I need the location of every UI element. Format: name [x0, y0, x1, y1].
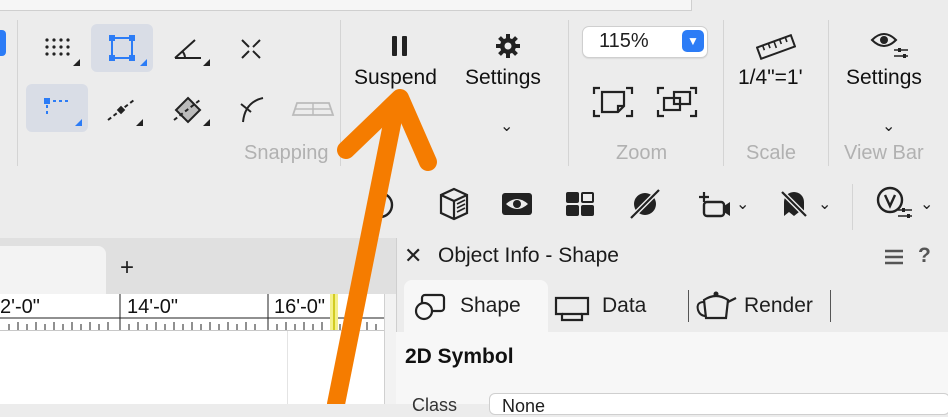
snap-to-surface-icon[interactable]	[160, 86, 216, 132]
fit-to-objects-icon[interactable]	[654, 84, 700, 125]
window-top-edge	[0, 0, 683, 11]
teapot-render-icon[interactable]	[694, 288, 738, 329]
tab-shape-label: Shape	[460, 294, 521, 317]
snap-to-angle-icon[interactable]	[160, 26, 216, 72]
shape-icon	[414, 292, 448, 327]
zoom-group-label: Zoom	[616, 142, 668, 164]
divider	[830, 290, 831, 322]
scale-value[interactable]: 1/4"=1'	[738, 66, 803, 90]
fit-to-page-icon[interactable]	[590, 84, 636, 125]
chevron-down-icon[interactable]: ⌄	[882, 116, 895, 136]
new-tab-button[interactable]: +	[120, 254, 134, 282]
hide-object-icon[interactable]	[628, 188, 662, 225]
snapping-group-label: Snapping	[244, 142, 329, 164]
chevron-down-icon[interactable]: ⌄	[500, 116, 513, 136]
snap-to-intersection-icon[interactable]	[225, 26, 277, 72]
snap-to-object-icon[interactable]	[91, 24, 153, 72]
ruler-label: 16'-0"	[274, 296, 325, 318]
chevron-down-icon[interactable]: ⌄	[920, 194, 933, 214]
horizontal-ruler: 2'-0" 14'-0" 16'-0"	[0, 294, 384, 331]
gear-icon[interactable]	[494, 32, 522, 65]
camera-add-icon[interactable]	[696, 188, 732, 225]
section-title: 2D Symbol	[405, 345, 514, 368]
chevron-down-icon[interactable]: ⌄	[818, 194, 831, 214]
data-record-icon[interactable]	[552, 294, 592, 327]
divider	[340, 20, 341, 166]
render-mode-icon[interactable]	[376, 190, 402, 225]
snap-to-grid-icon[interactable]	[32, 26, 86, 72]
close-icon[interactable]: ✕	[404, 243, 422, 269]
chevron-down-icon: ▼	[682, 30, 704, 52]
snap-to-distance-icon[interactable]	[26, 84, 88, 132]
tab-render-label[interactable]: Render	[744, 294, 813, 318]
zoom-select[interactable]: 115% ▼	[582, 26, 708, 58]
ruler-scale-icon[interactable]	[755, 33, 797, 65]
selected-control-edge[interactable]	[0, 30, 6, 56]
zoom-value: 115%	[599, 30, 649, 52]
eye-settings-icon[interactable]	[868, 28, 914, 67]
projection-cube-icon[interactable]	[438, 186, 470, 227]
class-label: Class	[412, 395, 458, 415]
ruler-label: 14'-0"	[127, 296, 178, 318]
chevron-down-icon[interactable]: ⌄	[736, 194, 749, 214]
viewbar-settings-button[interactable]: Settings	[846, 66, 922, 90]
window-top-right	[683, 0, 948, 16]
layout-panes-icon[interactable]	[564, 190, 596, 223]
class-value: None	[502, 396, 546, 416]
snap-to-tangent-icon[interactable]	[95, 86, 149, 132]
divider	[852, 184, 853, 230]
divider	[723, 20, 724, 166]
visibility-settings-icon[interactable]	[876, 186, 916, 227]
working-plane-icon	[286, 86, 340, 132]
document-tab[interactable]	[0, 246, 106, 294]
drawing-canvas[interactable]	[0, 331, 384, 404]
scale-group-label: Scale	[746, 142, 797, 164]
divider	[568, 20, 569, 166]
snap-settings-button[interactable]: Settings	[465, 66, 541, 90]
ruler-label: 2'-0"	[0, 296, 40, 318]
pause-icon[interactable]	[389, 34, 411, 58]
viewbar-group-label: View Bar	[844, 142, 924, 164]
smart-edge-icon[interactable]	[225, 86, 277, 132]
palette-title: Object Info - Shape	[438, 244, 619, 267]
hamburger-menu-icon[interactable]	[884, 248, 904, 271]
divider	[17, 20, 18, 166]
divider	[688, 290, 689, 322]
eye-visibility-icon[interactable]	[500, 190, 534, 223]
suspend-button[interactable]: Suspend	[354, 66, 437, 90]
ghost-hide-icon[interactable]	[778, 188, 810, 225]
help-icon[interactable]: ?	[918, 244, 931, 268]
tab-data-label[interactable]: Data	[602, 294, 646, 318]
divider	[828, 20, 829, 166]
class-select[interactable]: None	[489, 393, 948, 416]
